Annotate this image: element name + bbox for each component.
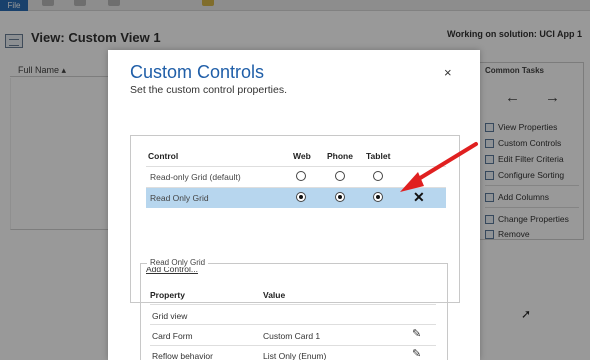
column-header-phone: Phone: [327, 151, 353, 161]
phone-radio[interactable]: [335, 192, 345, 202]
control-name: Read-only Grid (default): [150, 172, 241, 182]
close-icon[interactable]: ×: [444, 65, 452, 80]
column-header-tablet: Tablet: [366, 151, 391, 161]
dialog-title: Custom Controls: [130, 62, 265, 82]
web-radio[interactable]: [296, 171, 306, 181]
control-row[interactable]: Read-only Grid (default): [146, 167, 446, 187]
property-name: Card Form: [152, 331, 193, 341]
control-name: Read Only Grid: [150, 193, 209, 203]
property-value: Custom Card 1: [263, 331, 321, 341]
properties-panel: Read Only Grid Property Value Grid view …: [140, 258, 448, 360]
column-header-control: Control: [148, 151, 179, 161]
divider: [150, 304, 436, 305]
web-radio[interactable]: [296, 192, 306, 202]
divider: [150, 324, 436, 325]
column-header-property: Property: [150, 290, 185, 300]
column-header-value: Value: [263, 290, 286, 300]
properties-legend: Read Only Grid: [147, 258, 209, 267]
property-name: Grid view: [152, 311, 188, 321]
property-value: List Only (Enum): [263, 351, 327, 360]
divider: [150, 345, 436, 346]
column-header-web: Web: [293, 151, 311, 161]
tablet-radio[interactable]: [373, 171, 383, 181]
pencil-icon[interactable]: ✎: [412, 327, 421, 340]
tablet-radio[interactable]: [373, 192, 383, 202]
phone-radio[interactable]: [335, 171, 345, 181]
dialog-subtitle: Set the custom control properties.: [130, 84, 287, 96]
control-row-selected[interactable]: Read Only Grid ✕: [146, 188, 446, 208]
remove-control-icon[interactable]: ✕: [413, 189, 425, 206]
custom-controls-dialog: Custom Controls Set the custom control p…: [108, 50, 480, 360]
pencil-icon[interactable]: ✎: [412, 347, 421, 360]
property-name: Reflow behavior: [152, 351, 213, 360]
